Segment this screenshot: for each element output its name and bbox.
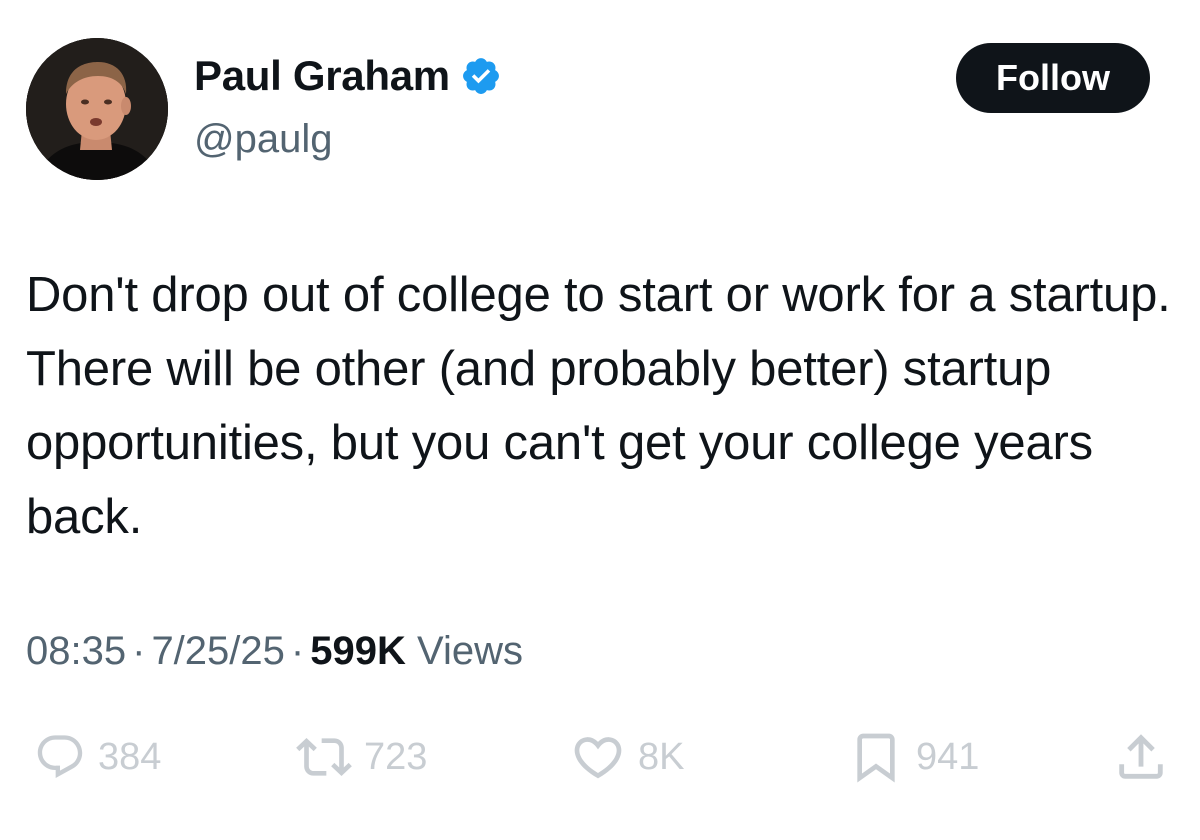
author-display-name[interactable]: Paul Graham: [194, 50, 450, 102]
author-handle[interactable]: @paulg: [194, 114, 332, 164]
heart-icon: [570, 729, 626, 785]
tweet-meta: 08:35 · 7/25/25 · 599K Views: [26, 624, 523, 678]
bookmark-icon: [848, 729, 904, 785]
avatar[interactable]: [26, 38, 168, 180]
avatar-image: [26, 38, 168, 180]
reply-button[interactable]: 384: [34, 725, 161, 789]
tweet-time[interactable]: 08:35: [26, 629, 126, 673]
repost-count: 723: [364, 735, 428, 778]
author-name-row: Paul Graham: [194, 50, 502, 102]
action-bar: 384 723 8K 941: [0, 725, 1200, 789]
tweet-date[interactable]: 7/25/25: [151, 629, 284, 673]
views-label: Views: [416, 629, 523, 673]
like-button[interactable]: 8K: [570, 725, 684, 789]
tweet-text: Don't drop out of college to start or wo…: [26, 268, 1171, 544]
repost-arrows-icon: [296, 729, 352, 785]
reply-count: 384: [98, 735, 162, 778]
follow-button[interactable]: Follow: [956, 43, 1150, 113]
verified-badge-icon[interactable]: [460, 55, 502, 97]
meta-separator: ·: [132, 629, 146, 673]
views-count[interactable]: 599K: [310, 629, 406, 673]
like-count: 8K: [638, 735, 685, 778]
share-button[interactable]: [1112, 725, 1170, 789]
share-upload-icon: [1112, 728, 1170, 786]
meta-separator: ·: [290, 629, 305, 673]
repost-button[interactable]: 723: [296, 725, 427, 789]
reply-bubble-icon: [34, 731, 86, 783]
bookmark-button[interactable]: 941: [848, 725, 979, 789]
bookmark-count: 941: [916, 735, 980, 778]
tweet-card: Paul Graham @paulg Follow Don't drop out…: [0, 0, 1200, 840]
